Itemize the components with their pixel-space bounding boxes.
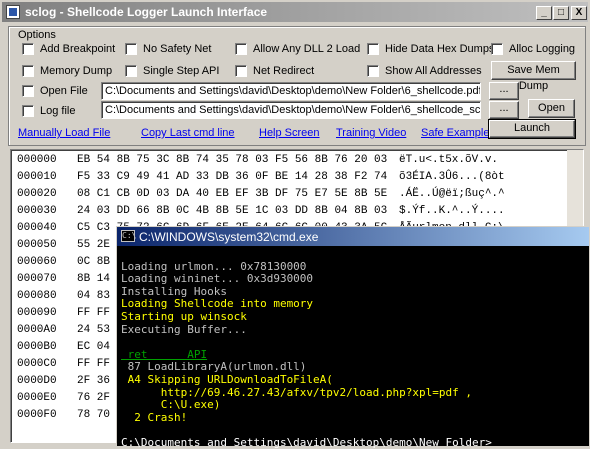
hex-ascii: .ÁË..Ú@ëï;ßuç^.^ [399,188,505,200]
hex-offset: 0000C0 [17,358,57,370]
hex-bytes: F5 33 C9 49 41 AD 33 DB 36 0F BE 14 28 3… [77,171,388,183]
hex-offset: 000030 [17,205,57,217]
title-bar[interactable]: sclog - Shellcode Logger Launch Interfac… [2,2,588,22]
copy-last-cmd-line-link[interactable]: Copy Last cmd line [141,127,235,139]
checkbox-box[interactable] [22,43,34,55]
hex-offset: 000070 [17,273,57,285]
checkbox-label: Alloc Logging [509,43,576,55]
hex-offset: 000080 [17,290,57,302]
hex-bytes: 24 03 DD 66 8B 0C 4B 8B 5E 1C 03 DD 8B 0… [77,205,388,217]
cmd-line: Loading Shellcode into memory [121,297,314,311]
alloc-logging-checkbox[interactable]: Alloc Logging [491,43,575,55]
cmd-line: http://69.46.27.43/afxv/tpv2/load.php?xp… [121,385,472,399]
cmd-line: A4 Skipping URLDownloadToFileA( [121,373,333,386]
hex-ascii: õ3ÉIA.3Û6...(8òt [399,171,505,183]
hex-offset: 000020 [17,188,57,200]
checkbox-label: Allow Any DLL 2 Load [253,43,361,55]
checkbox-label: Show All Addresses [385,65,482,77]
checkbox-box[interactable] [235,43,247,55]
checkbox-box[interactable] [491,43,503,55]
cmd-window: C:\ C:\WINDOWS\system32\cmd.exe Loading … [116,226,590,449]
hex-offset: 0000A0 [17,324,57,336]
hide-data-hex-dumps-checkbox[interactable]: Hide Data Hex Dumps [367,43,494,55]
options-legend: Options [16,29,58,41]
save-mem-dump-button[interactable]: Save Mem Dump [491,61,576,92]
add-breakpoint-checkbox[interactable]: Add Breakpoint [22,43,115,55]
open-button[interactable]: Open [528,99,575,118]
checkbox-box[interactable] [125,43,137,55]
hex-offset: 000050 [17,239,57,251]
log-file-checkbox[interactable]: Log file [22,105,75,117]
checkbox-box[interactable] [22,105,34,117]
checkbox-box[interactable] [125,65,137,77]
cmd-line: Loading urlmon... 0x78130000 [121,259,307,273]
hex-offset: 0000E0 [17,392,57,404]
checkbox-label: Single Step API [143,65,220,77]
cmd-line: ret API [121,347,208,361]
checkbox-label: Log file [40,105,76,117]
hex-row: 000030 24 03 DD 66 8B 0C 4B 8B 5E 1C 03 D… [17,205,505,217]
cmd-line: Executing Buffer... [121,322,247,336]
hex-row: 000020 08 C1 CB 0D 03 DA 40 EB EF 3B DF 7… [17,188,505,200]
hex-offset: 0000F0 [17,409,57,421]
checkbox-box[interactable] [367,65,379,77]
log-file-field[interactable]: C:\Documents and Settings\david\Desktop\… [101,101,481,119]
hex-row: 000000 EB 54 8B 75 3C 8B 74 35 78 03 F5 5… [17,154,498,166]
app-icon [6,5,20,19]
cmd-line: Starting up winsock [121,310,247,323]
hex-offset: 000010 [17,171,57,183]
console-icon: C:\ [121,230,137,242]
help-screen-link[interactable]: Help Screen [259,127,320,139]
close-button[interactable]: X [571,6,587,20]
no-safety-net-checkbox[interactable]: No Safety Net [125,43,211,55]
show-all-addresses-checkbox[interactable]: Show All Addresses [367,65,482,77]
hex-bytes: EB 54 8B 75 3C 8B 74 35 78 03 F5 56 8B 7… [77,154,388,166]
hex-row: 000010 F5 33 C9 49 41 AD 33 DB 36 0F BE 1… [17,171,505,183]
checkbox-box[interactable] [22,65,34,77]
cmd-line: C:\U.exe) [121,398,221,412]
checkbox-box[interactable] [22,85,34,97]
checkbox-label: Add Breakpoint [40,43,116,55]
checkbox-label: No Safety Net [143,43,212,55]
checkbox-label: Hide Data Hex Dumps [385,43,495,55]
cmd-output[interactable]: Loading urlmon... 0x78130000 Loading wini… [121,248,589,449]
hex-ascii: $.Ýf..K.^..Ý.... [399,205,505,217]
allow-any-dll-checkbox[interactable]: Allow Any DLL 2 Load [235,43,360,55]
open-file-checkbox[interactable]: Open File [22,85,88,97]
checkbox-box[interactable] [367,43,379,55]
hex-offset: 000000 [17,154,57,166]
checkbox-label: Net Redirect [253,65,315,77]
hex-offset: 0000D0 [17,375,57,387]
window-title: sclog - Shellcode Logger Launch Interfac… [25,5,268,19]
cmd-title: C:\WINDOWS\system32\cmd.exe [139,230,319,244]
cmd-line: Installing Hooks [121,284,227,298]
maximize-button[interactable]: □ [553,6,569,20]
minimize-button[interactable]: _ [536,6,552,20]
browse-log-file-button[interactable]: ... [489,101,519,119]
cmd-line: 2 Crash! [121,410,188,424]
open-file-field[interactable]: C:\Documents and Settings\david\Desktop\… [101,82,481,100]
cmd-line: C:\Documents and Settings\david\Desktop\… [121,436,492,449]
checkbox-box[interactable] [235,65,247,77]
single-step-api-checkbox[interactable]: Single Step API [125,65,219,77]
net-redirect-checkbox[interactable]: Net Redirect [235,65,314,77]
training-video-link[interactable]: Training Video [336,127,406,139]
hex-offset: 0000B0 [17,341,57,353]
browse-open-file-button[interactable]: ... [489,82,519,100]
cmd-line: 87 LoadLibraryA(urlmon.dll) [121,360,307,374]
hex-bytes: 08 C1 CB 0D 03 DA 40 EB EF 3B DF 75 E7 5… [77,188,388,200]
checkbox-label: Memory Dump [40,65,113,77]
hex-offset: 000040 [17,222,57,234]
checkbox-label: Open File [40,85,88,97]
cmd-title-bar[interactable]: C:\ C:\WINDOWS\system32\cmd.exe [117,227,589,246]
launch-button[interactable]: Launch [488,119,576,139]
cmd-line: Loading wininet... 0x3d930000 [121,272,314,286]
hex-offset: 000060 [17,256,57,268]
hex-ascii: ëT.u<.t5x.õV.v. [399,154,499,166]
memory-dump-checkbox[interactable]: Memory Dump [22,65,112,77]
manually-load-file-link[interactable]: Manually Load File [18,127,110,139]
safe-example-link[interactable]: Safe Example [421,127,489,139]
hex-offset: 000090 [17,307,57,319]
